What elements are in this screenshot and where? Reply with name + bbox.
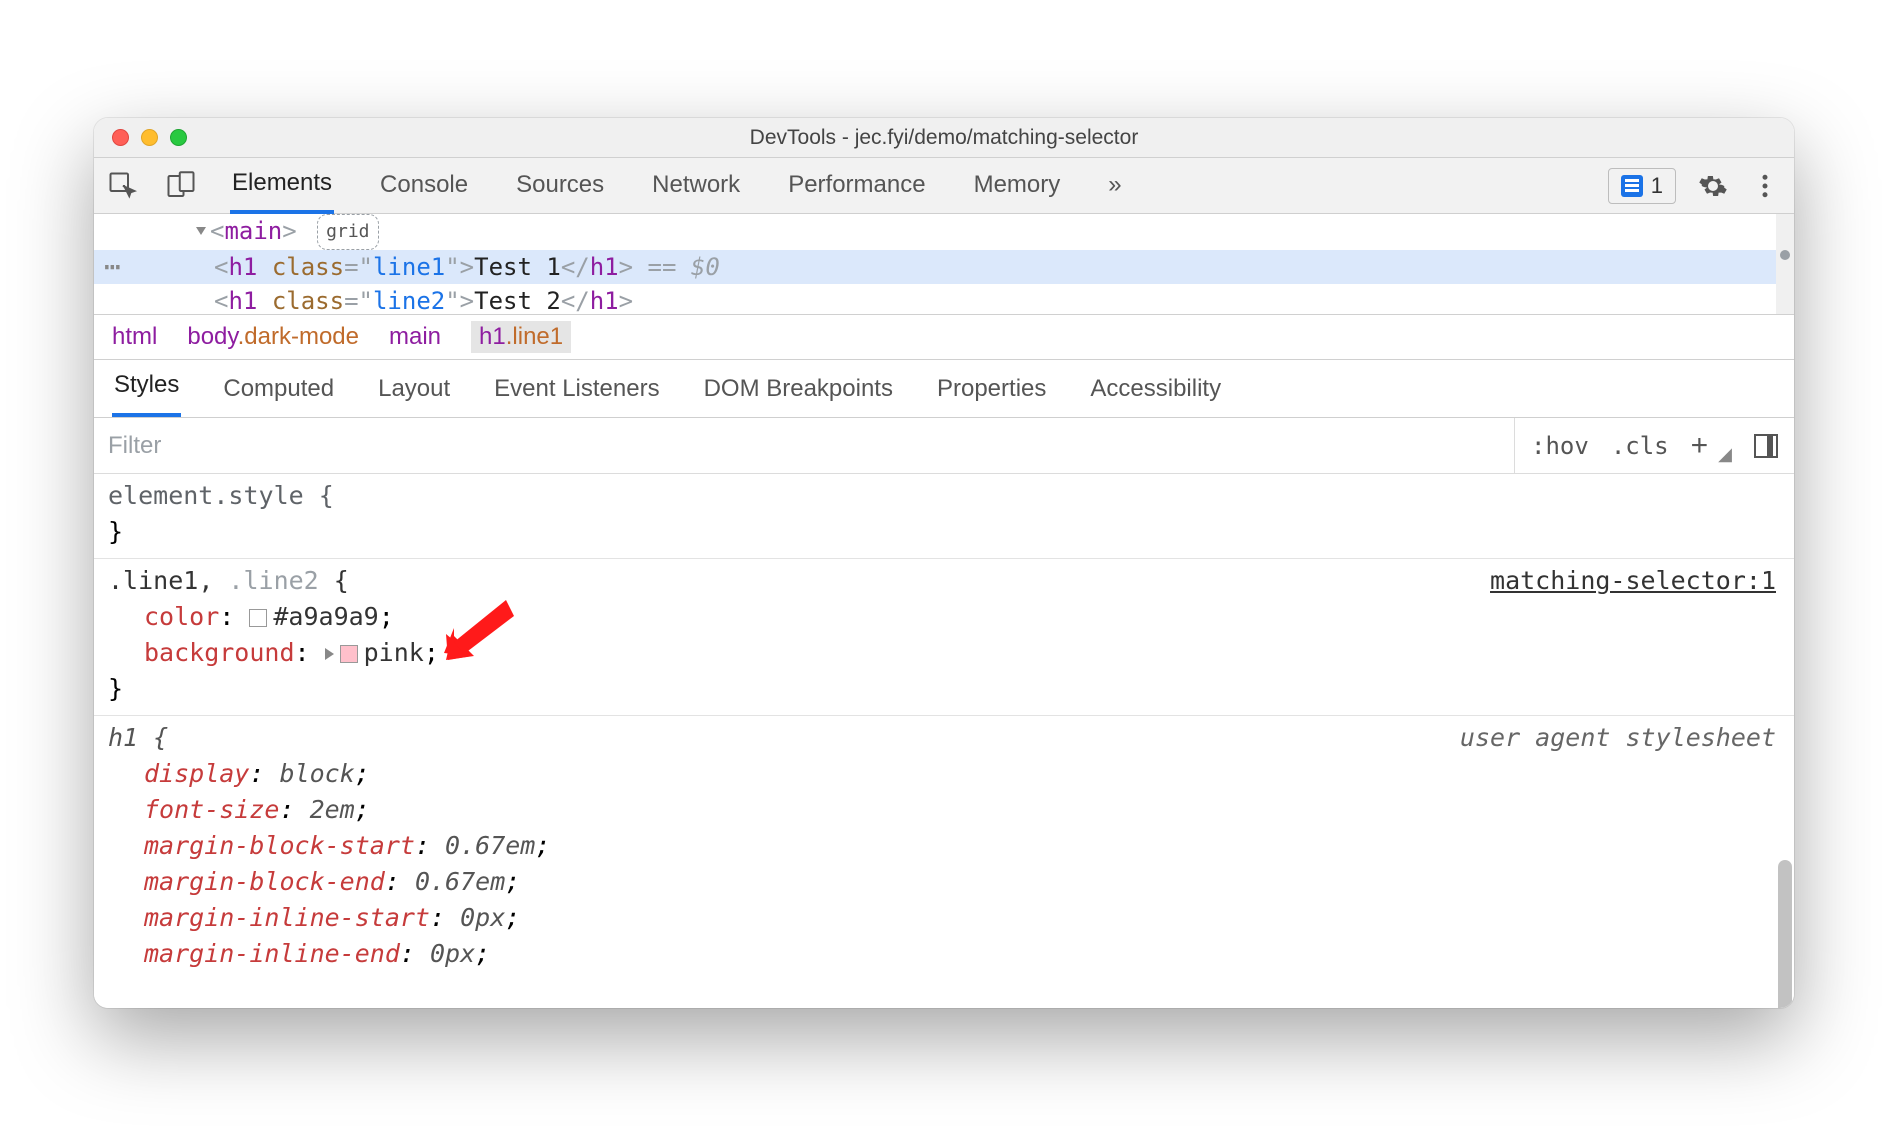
selector-nomatch: .line2 — [228, 566, 318, 595]
tab-console[interactable]: Console — [378, 159, 470, 212]
color-swatch[interactable] — [249, 609, 267, 627]
tab-network[interactable]: Network — [650, 159, 742, 212]
dom-tree[interactable]: ⋯ <main> grid <h1 class="line1">Test 1</… — [94, 214, 1794, 314]
chevron-down-icon[interactable] — [196, 227, 206, 235]
expand-shorthand-icon[interactable] — [325, 648, 334, 660]
css-property[interactable]: color: #a9a9a9; — [108, 599, 1780, 635]
dom-selected-row[interactable]: <h1 class="line1">Test 1</h1> == $0 — [94, 250, 1794, 284]
dom-row[interactable]: <h1 class="line2">Test 2</h1> — [94, 284, 1794, 314]
main-toolbar: Elements Console Sources Network Perform… — [94, 158, 1794, 214]
inspect-icon[interactable] — [108, 171, 138, 201]
breadcrumb-h1[interactable]: h1.line1 — [471, 321, 571, 353]
rule-line1-line2[interactable]: matching-selector:1 .line1, .line2 { col… — [94, 559, 1794, 716]
hov-toggle[interactable]: :hov — [1531, 432, 1589, 460]
device-toolbar-icon[interactable] — [166, 171, 196, 201]
breadcrumb-main[interactable]: main — [389, 323, 441, 351]
issues-button[interactable]: 1 — [1608, 168, 1676, 204]
issue-icon — [1621, 175, 1643, 197]
settings-icon[interactable] — [1698, 171, 1728, 201]
subtab-dom-breakpoints[interactable]: DOM Breakpoints — [702, 361, 895, 417]
selected-indicator: == $0 — [633, 253, 720, 281]
selector-h1: h1 — [108, 723, 138, 752]
selection-marker — [1780, 250, 1790, 260]
issues-count: 1 — [1651, 173, 1663, 199]
css-property[interactable]: background: pink; — [108, 635, 1780, 671]
subtab-accessibility[interactable]: Accessibility — [1088, 361, 1223, 417]
titlebar: DevTools - jec.fyi/demo/matching-selecto… — [94, 118, 1794, 158]
dom-scrollbar[interactable] — [1776, 214, 1794, 314]
resize-corner-icon[interactable]: ◢ — [1718, 444, 1732, 465]
new-rule-button[interactable]: + — [1691, 431, 1709, 461]
tab-sources[interactable]: Sources — [514, 159, 606, 212]
selector-match: .line1 — [108, 566, 198, 595]
cls-toggle[interactable]: .cls — [1611, 432, 1669, 460]
kebab-menu-icon[interactable] — [1750, 171, 1780, 201]
styles-panel: element.style { } matching-selector:1 .l… — [94, 474, 1794, 1008]
rule-user-agent-h1[interactable]: user agent stylesheet h1 { display: bloc… — [94, 716, 1794, 980]
filter-bar: Filter :hov .cls + ◢ — [94, 418, 1794, 474]
subtab-properties[interactable]: Properties — [935, 361, 1048, 417]
window-title: DevTools - jec.fyi/demo/matching-selecto… — [94, 126, 1794, 150]
filter-input[interactable]: Filter — [94, 418, 1514, 473]
subtab-event-listeners[interactable]: Event Listeners — [492, 361, 661, 417]
rule-source-link[interactable]: matching-selector:1 — [1490, 563, 1776, 599]
color-swatch[interactable] — [340, 645, 358, 663]
breadcrumb-body[interactable]: body.dark-mode — [187, 323, 359, 351]
panel-tabs: Elements Console Sources Network Perform… — [230, 157, 1124, 214]
breadcrumb-html[interactable]: html — [112, 323, 157, 351]
rule-source-ua: user agent stylesheet — [1460, 720, 1776, 756]
selector-element-style: element.style — [108, 481, 304, 510]
grid-badge[interactable]: grid — [317, 214, 378, 250]
toggle-sidebar-icon[interactable] — [1754, 434, 1778, 458]
subtab-computed[interactable]: Computed — [221, 361, 336, 417]
tab-more[interactable]: » — [1106, 159, 1123, 212]
ellipsis-icon[interactable]: ⋯ — [104, 250, 123, 284]
scroll-thumb[interactable] — [1778, 860, 1792, 1008]
tab-elements[interactable]: Elements — [230, 157, 334, 214]
subtab-styles[interactable]: Styles — [112, 357, 181, 417]
devtools-window: DevTools - jec.fyi/demo/matching-selecto… — [94, 118, 1794, 1008]
styles-scrollbar[interactable] — [1776, 570, 1794, 1008]
subtab-layout[interactable]: Layout — [376, 361, 452, 417]
breadcrumb: html body.dark-mode main h1.line1 — [94, 314, 1794, 360]
dom-tag-main: main — [224, 217, 282, 245]
styles-subtabs: Styles Computed Layout Event Listeners D… — [94, 360, 1794, 418]
rule-element-style[interactable]: element.style { } — [94, 474, 1794, 559]
tab-memory[interactable]: Memory — [972, 159, 1063, 212]
tab-performance[interactable]: Performance — [786, 159, 927, 212]
